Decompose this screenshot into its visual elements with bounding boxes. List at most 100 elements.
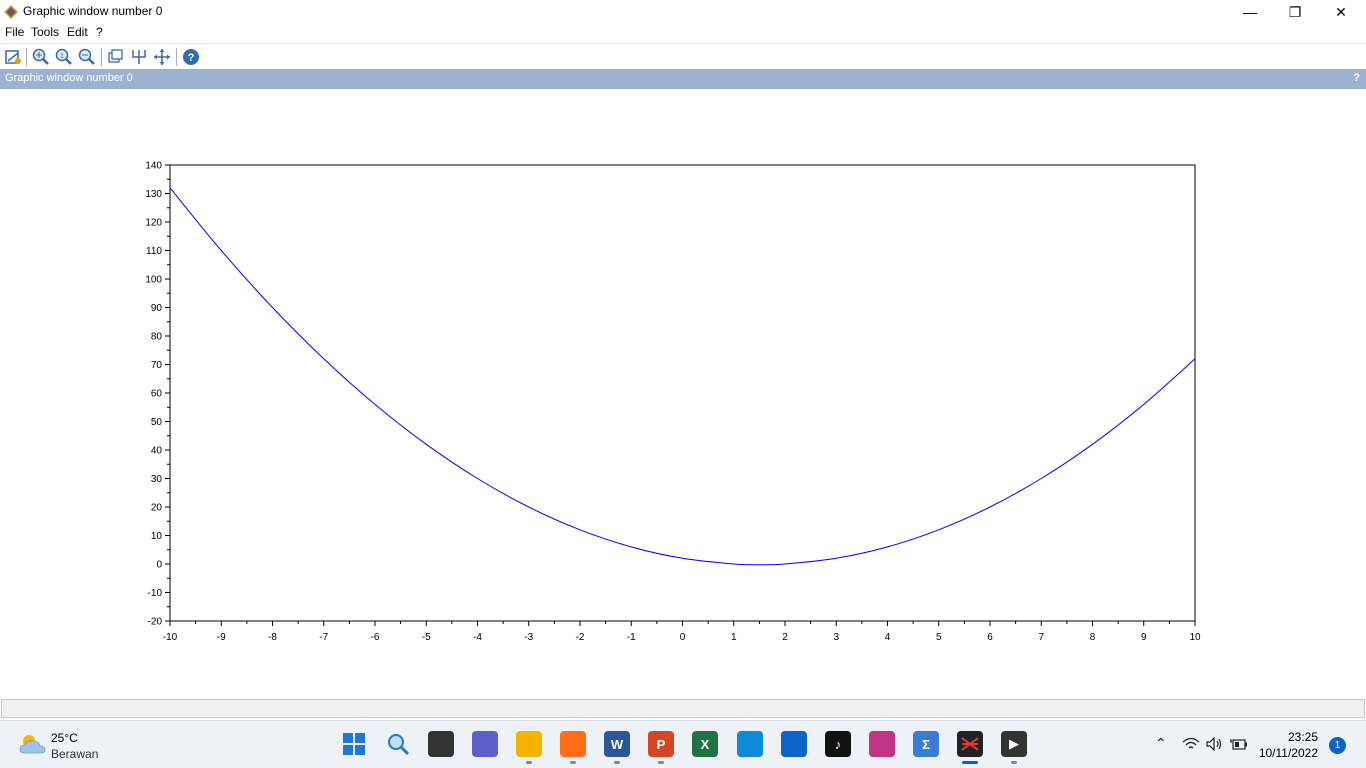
series-line <box>169 187 1196 566</box>
dock-help-button[interactable]: ? <box>1353 72 1360 84</box>
mail-icon[interactable] <box>781 731 807 757</box>
volume-icon[interactable] <box>1206 737 1224 751</box>
zoom-reset-icon[interactable] <box>77 47 97 67</box>
plot-frame <box>169 164 1196 622</box>
y-tick-label: 0 <box>156 560 162 571</box>
zoom-fit-icon[interactable]: 1 <box>54 47 74 67</box>
title-bar: Graphic window number 0 — ❐ ✕ <box>0 0 1366 24</box>
y-tick-label: 10 <box>151 531 163 542</box>
x-tick-label: -10 <box>163 632 178 643</box>
y-tick-label: 100 <box>145 275 162 286</box>
status-bar <box>1 699 1365 718</box>
x-tick-label: -2 <box>576 632 585 643</box>
dock-title: Graphic window number 0 <box>5 72 133 84</box>
y-tick-label: -20 <box>148 617 163 628</box>
battery-icon[interactable] <box>1230 737 1248 751</box>
y-tick-label: 80 <box>151 332 163 343</box>
graphic-canvas[interactable]: -10 -9 -8 -7 -6 -5 -4 -3 -2 -1 0 1 2 3 4 5 6 7 8 9 10 -20 -10… <box>0 89 1366 699</box>
x-tick-label: 3 <box>833 632 839 643</box>
rotate-icon[interactable] <box>3 47 23 67</box>
powerpoint-icon[interactable]: P <box>648 731 674 757</box>
windows-start-icon[interactable] <box>341 731 367 757</box>
x-tick-label: 6 <box>987 632 993 643</box>
edit-axes-icon[interactable] <box>129 47 149 67</box>
running-indicator <box>658 761 664 764</box>
y-tick-label: -10 <box>148 588 163 599</box>
zoom-icon[interactable] <box>31 47 51 67</box>
close-button[interactable]: ✕ <box>1318 0 1364 24</box>
x-tick-label: 7 <box>1038 632 1044 643</box>
maximize-button[interactable]: ❐ <box>1272 0 1318 24</box>
running-indicator <box>614 761 620 764</box>
edge-icon[interactable] <box>737 731 763 757</box>
y-tick-label: 20 <box>151 503 163 514</box>
y-tick-labels: -20 -10 0 10 20 30 40 50 60 70 80 90 100 110 120 130 140 <box>145 161 162 628</box>
svg-text:1: 1 <box>60 53 64 60</box>
y-tick-label: 30 <box>151 474 163 485</box>
y-tick-label: 110 <box>146 246 162 257</box>
menu-help[interactable]: ? <box>96 25 103 39</box>
x-tick-label: -8 <box>268 632 277 643</box>
plot-svg: -10 -9 -8 -7 -6 -5 -4 -3 -2 -1 0 1 2 3 4 5 6 7 8 9 10 -20-10… <box>145 161 1201 644</box>
x-tick-label: -1 <box>627 632 636 643</box>
tiktok-icon[interactable]: ♪ <box>825 731 851 757</box>
running-indicator <box>962 761 978 764</box>
x-tick-labels: -10 -9 -8 -7 -6 -5 -4 -3 -2 -1 0 1 2 3 4 5 6 7 8 9 10 <box>163 632 1201 643</box>
y-tick-label: 120 <box>145 218 162 229</box>
clock-time[interactable]: 23:25 <box>1270 730 1318 744</box>
wifi-icon[interactable] <box>1182 737 1200 751</box>
menu-edit[interactable]: Edit <box>67 25 88 39</box>
weather-temperature: 25°C <box>51 731 78 745</box>
x-tick-label: 0 <box>680 632 686 643</box>
x-tick-label: -7 <box>319 632 328 643</box>
svg-text:?: ? <box>188 52 195 64</box>
y-tick-label: 50 <box>151 417 163 428</box>
menu-file[interactable]: File <box>5 25 24 39</box>
menu-bar: File Tools Edit ? <box>0 24 1366 42</box>
datatip-icon[interactable] <box>106 47 126 67</box>
tick-marks <box>165 164 1196 626</box>
chevron-up-icon[interactable]: ⌃ <box>1155 735 1167 752</box>
series-group <box>169 187 1196 566</box>
x-tick-label: 8 <box>1090 632 1096 643</box>
scilab-icon[interactable] <box>957 731 983 757</box>
running-indicator <box>1011 761 1017 764</box>
y-tick-label: 70 <box>151 360 163 371</box>
instagram-icon[interactable] <box>869 731 895 757</box>
weather-description: Berawan <box>51 747 99 761</box>
y-tick-label: 140 <box>145 161 162 172</box>
media-player-icon[interactable]: ▶ <box>1001 731 1027 757</box>
scilab-app-icon <box>4 5 18 19</box>
task-view-icon[interactable] <box>428 731 454 757</box>
clock-date[interactable]: 10/11/2022 <box>1250 746 1318 760</box>
math-icon[interactable]: Σ <box>913 731 939 757</box>
x-tick-label: 2 <box>782 632 788 643</box>
toolbar: 1 ? <box>0 43 1366 69</box>
x-tick-label: 9 <box>1141 632 1147 643</box>
chat-icon[interactable] <box>472 731 498 757</box>
file-explorer-icon[interactable] <box>516 731 542 757</box>
x-tick-label: -6 <box>371 632 380 643</box>
axes <box>169 164 1196 622</box>
x-tick-label: -9 <box>217 632 226 643</box>
x-tick-label: 4 <box>885 632 891 643</box>
excel-icon[interactable]: X <box>692 731 718 757</box>
search-icon[interactable] <box>385 731 411 757</box>
x-tick-label: 1 <box>731 632 737 643</box>
x-tick-label: -4 <box>473 632 482 643</box>
y-tick-label: 90 <box>151 303 163 314</box>
minimize-button[interactable]: — <box>1227 0 1273 24</box>
firefox-icon[interactable] <box>560 731 586 757</box>
x-tick-label: -5 <box>422 632 431 643</box>
y-tick-label: 40 <box>151 446 163 457</box>
help-icon[interactable]: ? <box>181 47 201 67</box>
y-tick-label: 60 <box>151 389 163 400</box>
taskbar: 25°C Berawan W P X ♪ Σ ▶ ⌃ 23:25 10/11/2022 1 <box>0 720 1366 768</box>
weather-cloud-sun-icon[interactable] <box>18 731 46 757</box>
x-tick-label: -3 <box>524 632 533 643</box>
word-icon[interactable]: W <box>604 731 630 757</box>
notification-badge[interactable]: 1 <box>1329 737 1346 754</box>
menu-tools[interactable]: Tools <box>31 25 59 39</box>
pan-icon[interactable] <box>152 47 172 67</box>
x-tick-label: 10 <box>1189 632 1201 643</box>
